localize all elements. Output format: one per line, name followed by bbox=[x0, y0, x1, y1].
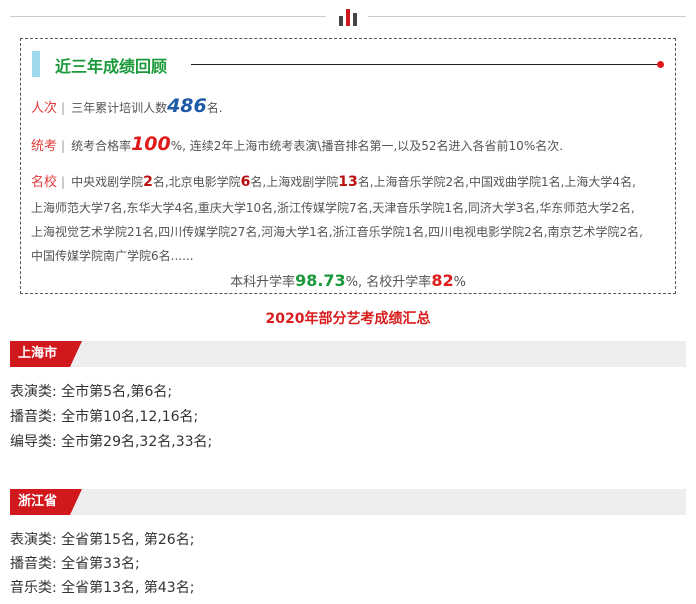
row-label: 统考 bbox=[31, 139, 58, 154]
row-text: 名. bbox=[206, 101, 223, 115]
school-text: 中央戏剧学院 bbox=[71, 175, 144, 189]
review-header: 近三年成绩回顾 bbox=[29, 49, 669, 79]
row-text: 三年累计培训人数 bbox=[71, 101, 168, 115]
row-label: 名校 bbox=[31, 175, 58, 190]
accent-bar bbox=[32, 51, 40, 77]
schools-line-4: 中国传媒学院南广学院6名...... bbox=[31, 249, 194, 263]
result-item: 音乐类: 全省第13名, 第43名; bbox=[10, 580, 195, 596]
result-item: 编导类: 全市第29名,32名,33名; bbox=[10, 434, 213, 450]
row-trainees: 人次 | 三年累计培训人数486名. bbox=[31, 95, 223, 117]
row-label: 人次 bbox=[31, 101, 58, 116]
region-tab: 上海市 bbox=[10, 341, 70, 367]
result-item: 表演类: 全市第5名,第6名; bbox=[10, 384, 173, 400]
school-text: 名,上海戏剧学院 bbox=[250, 175, 339, 189]
school-count: 6 bbox=[240, 174, 251, 190]
row-text: %, 连续2年上海市统考表演\播音排名第一,以及52名进入各省前10%名次. bbox=[170, 139, 564, 153]
schools-line-2: 上海师范大学7名,东华大学4名,重庆大学10名,浙江传媒学院7名,天津音乐学院1… bbox=[31, 201, 635, 215]
row-text: 统考合格率 bbox=[71, 139, 132, 153]
summary-text: 本科升学率 bbox=[230, 275, 296, 290]
result-item: 播音类: 全省第33名; bbox=[10, 556, 140, 572]
title-underline bbox=[191, 64, 661, 65]
summary-text: %, 名校升学率 bbox=[345, 275, 432, 290]
region-tab: 浙江省 bbox=[10, 489, 70, 515]
school-count: 13 bbox=[338, 174, 358, 190]
result-item: 表演类: 全省第15名, 第26名; bbox=[10, 532, 195, 548]
review-box: 近三年成绩回顾 人次 | 三年累计培训人数486名. 统考 | 统考合格率100%, 连… bbox=[20, 38, 676, 294]
title-dot-icon bbox=[657, 61, 664, 68]
school-text: 名,北京电影学院 bbox=[152, 175, 241, 189]
tab-arrow bbox=[70, 341, 82, 367]
schools-line-3: 上海视觉艺术学院21名,四川传媒学院27名,河海大学1名,浙江音乐学院1名,四川… bbox=[31, 225, 643, 239]
row-exam: 统考 | 统考合格率100%, 连续2年上海市统考表演\播音排名第一,以及52名进入… bbox=[31, 133, 564, 155]
trainee-count: 486 bbox=[167, 95, 207, 117]
school-text: 名,上海音乐学院2名,中国戏曲学院1名,上海大学4名, bbox=[357, 175, 636, 189]
pass-rate: 100 bbox=[131, 133, 171, 155]
undergrad-rate: 98.73 bbox=[295, 271, 346, 290]
review-title: 近三年成绩回顾 bbox=[55, 57, 168, 76]
divider-left bbox=[10, 16, 326, 17]
region-header-zhejiang: 浙江省 bbox=[10, 489, 686, 515]
section-title: 2020年部分艺考成绩汇总 bbox=[265, 311, 431, 327]
region-header-shanghai: 上海市 bbox=[10, 341, 686, 367]
divider-right bbox=[368, 16, 686, 17]
result-item: 播音类: 全市第10名,12,16名; bbox=[10, 409, 199, 425]
tab-arrow bbox=[70, 489, 82, 515]
summary: 本科升学率98.73%, 名校升学率82% bbox=[21, 271, 675, 290]
top-decoration bbox=[0, 0, 696, 30]
top-school-rate: 82 bbox=[431, 271, 454, 290]
school-count: 2 bbox=[143, 174, 153, 190]
summary-text: % bbox=[453, 275, 466, 290]
bar-chart-icon bbox=[339, 8, 359, 26]
row-schools: 名校 | 中央戏剧学院2名,北京电影学院6名,上海戏剧学院13名,上海音乐学院2名,… bbox=[31, 174, 636, 190]
